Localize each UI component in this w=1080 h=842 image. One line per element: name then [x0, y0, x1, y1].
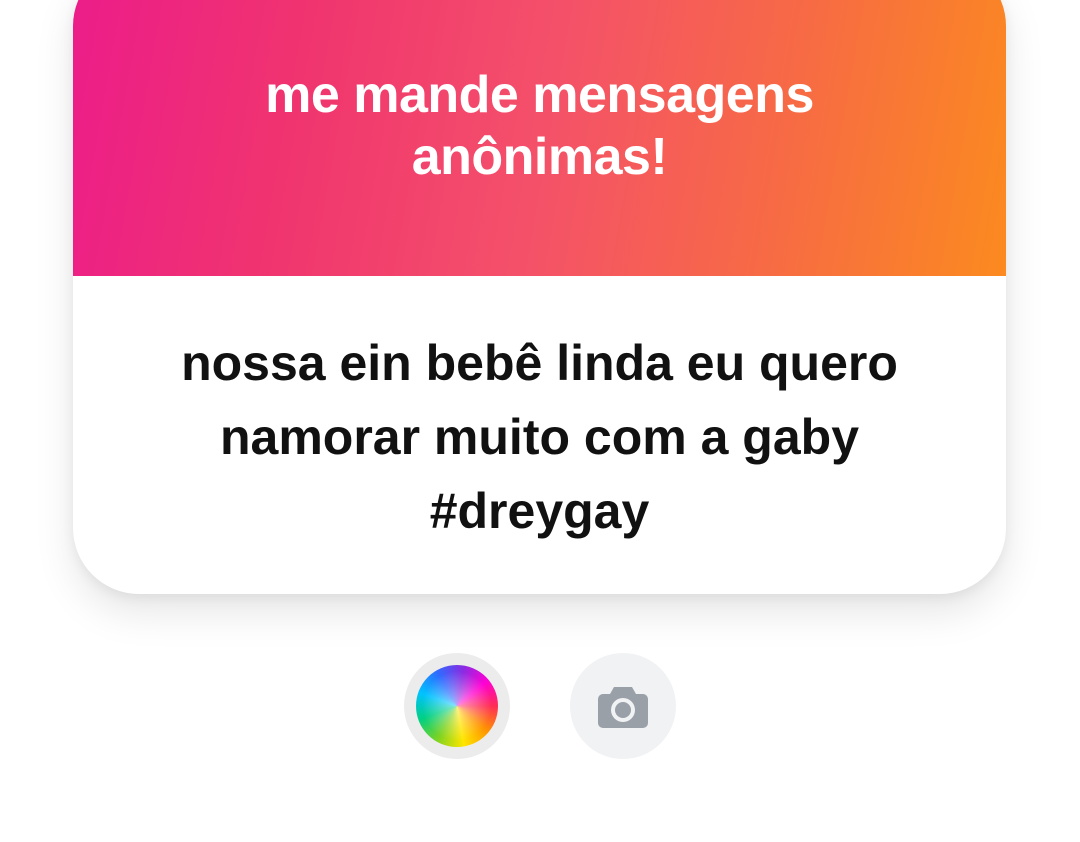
message-text: nossa ein bebê linda eu quero namorar mu…: [181, 335, 898, 539]
card-title: me mande mensagens anônimas!: [265, 66, 814, 186]
story-sticker-screen: me mande mensagens anônimas! nossa ein b…: [0, 0, 1080, 842]
camera-button[interactable]: [570, 653, 676, 759]
card-body: nossa ein bebê linda eu quero namorar mu…: [73, 276, 1006, 594]
camera-icon: [598, 687, 648, 728]
color-picker-button[interactable]: [404, 653, 510, 759]
color-wheel-icon: [416, 665, 498, 747]
card-header: me mande mensagens anônimas!: [73, 0, 1006, 276]
tool-row: [0, 653, 1080, 759]
question-card[interactable]: me mande mensagens anônimas! nossa ein b…: [73, 0, 1006, 594]
